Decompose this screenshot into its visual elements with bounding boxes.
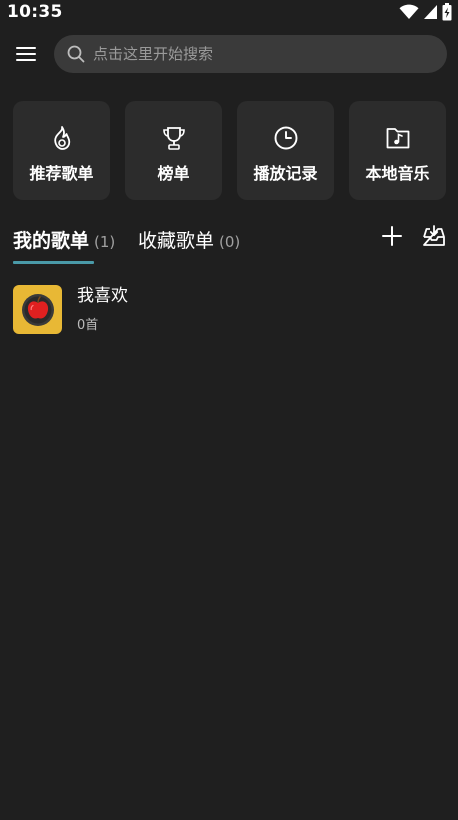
plus-icon [382, 226, 402, 246]
search-icon [67, 45, 85, 63]
playlist-song-count: 0首 [77, 318, 99, 333]
shortcut-label: 本地音乐 [365, 164, 430, 183]
shortcut-label: 推荐歌单 [29, 164, 94, 183]
shortcut-local-music[interactable]: 本地音乐 [349, 101, 446, 200]
search-bar[interactable] [54, 35, 447, 73]
status-time: 10:35 [7, 2, 63, 22]
clock-icon [272, 124, 300, 152]
shortcut-recommended-playlists[interactable]: 推荐歌单 [13, 101, 110, 200]
status-icons [399, 3, 452, 21]
playlist-title: 我喜欢 [77, 286, 128, 306]
trophy-icon [160, 124, 188, 152]
wifi-icon [399, 4, 419, 19]
signal-icon [424, 5, 437, 19]
shortcut-label: 榜单 [157, 164, 190, 183]
shortcut-play-history[interactable]: 播放记录 [237, 101, 334, 200]
menu-button[interactable] [12, 40, 40, 68]
tab-my-playlists[interactable]: 我的歌单 (1) [13, 226, 115, 253]
apple-cover-icon [21, 294, 54, 326]
inbox-download-icon [423, 225, 445, 246]
playlist-cover [13, 284, 62, 334]
playlist-list: 我喜欢 0首 [13, 284, 445, 334]
music-folder-icon [384, 124, 412, 152]
playlist-item-text: 我喜欢 0首 [77, 285, 128, 333]
hamburger-menu-icon [16, 47, 36, 61]
screen: 10:35 点击这里开始搜索 推荐歌单 榜单 播放记录 本地音乐 我的歌单 (1… [0, 0, 458, 820]
tab-collected-playlists[interactable]: 收藏歌单 (0) [138, 226, 240, 253]
active-tab-indicator [13, 261, 94, 264]
tab-actions [380, 224, 446, 248]
battery-icon [442, 3, 452, 21]
add-playlist-button[interactable] [380, 224, 404, 248]
tab-title: 收藏歌单 [138, 230, 215, 252]
playlist-tabs: 我的歌单 (1) 收藏歌单 (0) [13, 226, 343, 266]
import-playlist-button[interactable] [422, 224, 446, 248]
tab-count: (0) [219, 233, 241, 251]
list-item[interactable]: 我喜欢 0首 [13, 284, 445, 334]
fire-icon [48, 124, 76, 152]
shortcut-cards: 推荐歌单 榜单 播放记录 本地音乐 [13, 101, 447, 200]
status-bar: 10:35 [0, 0, 458, 26]
search-input[interactable] [93, 35, 447, 73]
shortcut-charts[interactable]: 榜单 [125, 101, 222, 200]
shortcut-label: 播放记录 [253, 164, 318, 183]
tab-title: 我的歌单 [13, 230, 90, 252]
tab-count: (1) [94, 233, 116, 251]
